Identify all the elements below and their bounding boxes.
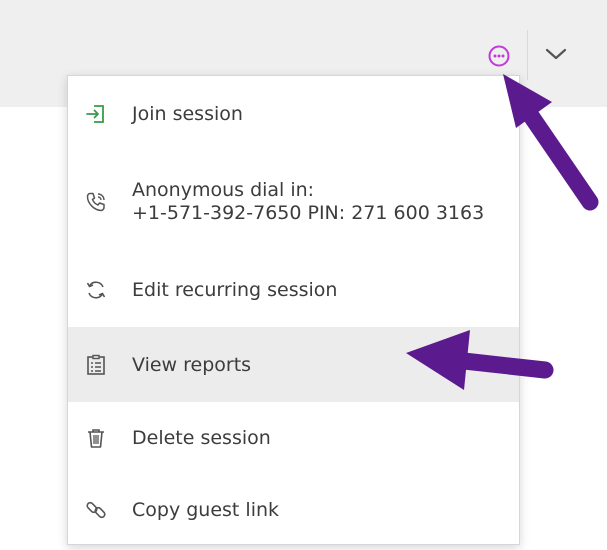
more-options-icon — [488, 45, 510, 67]
menu-item-label: Delete session — [132, 427, 271, 449]
dial-in-number: +1-571-392-7650 PIN: 271 600 3163 — [132, 202, 485, 224]
trash-icon — [84, 426, 108, 450]
menu-item-delete-session[interactable]: Delete session — [68, 402, 519, 474]
menu-item-anonymous-dial-in[interactable]: Anonymous dial in: +1-571-392-7650 PIN: … — [68, 152, 519, 252]
menu-item-edit-recurring-session[interactable]: Edit recurring session — [68, 252, 519, 327]
recurring-icon — [84, 278, 108, 302]
more-options-button[interactable] — [485, 42, 513, 70]
chevron-down-icon — [545, 48, 567, 60]
menu-item-join-session[interactable]: Join session — [68, 76, 519, 152]
menu-item-label: Copy guest link — [132, 499, 280, 521]
dial-in-label: Anonymous dial in: — [132, 179, 315, 201]
menu-item-view-reports[interactable]: View reports — [68, 327, 519, 402]
menu-item-label: View reports — [132, 353, 252, 376]
menu-item-copy-guest-link[interactable]: Copy guest link — [68, 474, 519, 546]
menu-item-label: Edit recurring session — [132, 278, 338, 301]
join-session-icon — [84, 102, 108, 126]
menu-item-label: Join session — [132, 103, 243, 125]
expand-button[interactable] — [540, 40, 572, 68]
dial-in-text: Anonymous dial in: +1-571-392-7650 PIN: … — [132, 179, 484, 225]
link-icon — [84, 498, 108, 522]
header-divider — [527, 30, 528, 80]
report-icon — [84, 353, 108, 377]
session-options-menu: Join session Anonymous dial in: +1-571-3… — [67, 75, 520, 545]
phone-icon — [84, 190, 108, 214]
